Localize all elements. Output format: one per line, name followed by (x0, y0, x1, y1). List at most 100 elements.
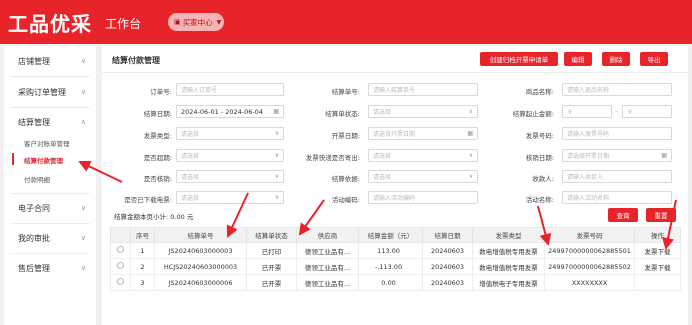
row-radio-cell[interactable] (110, 242, 131, 259)
settle-no-input[interactable]: 请输入结算单号 (368, 83, 478, 96)
order-no-input[interactable]: 请输入订单号 (176, 83, 284, 96)
row-radio-cell[interactable] (110, 258, 131, 275)
product-name-label: 商品名称: (525, 88, 554, 96)
invoice-date-label: 开票日期: (331, 132, 360, 140)
activity-name-label: 活动名称: (525, 196, 554, 204)
amount-cell: 0.00 (358, 274, 423, 291)
chevron-down-icon: ∨ (274, 152, 279, 159)
chevron-down-icon: ∨ (274, 194, 279, 201)
settle-no-link[interactable]: HCJS20240603000003 (154, 258, 247, 275)
invoice-type-label: 发票类型: (143, 132, 172, 140)
select-placeholder: 请选择 (181, 153, 200, 160)
chevron-up-icon: ∧ (80, 118, 86, 126)
settle-status-select[interactable]: 请选择 ∨ (368, 105, 478, 118)
overdue-select[interactable]: 请选择 ∨ (176, 149, 284, 162)
invoice-date-picker[interactable]: 请选择开票日期 ▦ (368, 127, 478, 140)
delete-button[interactable]: 删除 (602, 52, 630, 66)
invoice-type-cell: 增值税电子专用发票 (472, 274, 545, 291)
activity-code-input[interactable]: 请输入活动编码 (368, 191, 478, 204)
e-invoice-downloaded-label: 是否已下载电票: (124, 196, 172, 204)
verify-date-picker[interactable]: 请选择开票日期 ▦ (562, 149, 672, 162)
select-placeholder: 请选择 (181, 174, 200, 181)
calendar-icon: ▦ (273, 108, 279, 115)
sidebar: 店铺管理 ∨ 采购订单管理 ∨ 结算管理 ∧ 客户对账单管理 结算付款管理 付款… (4, 46, 96, 325)
chevron-down-icon: ∨ (80, 234, 86, 242)
payee-label: 收款人: (532, 175, 554, 183)
date-cell: 20240603 (422, 242, 473, 259)
reset-button[interactable]: 重置 (646, 208, 676, 222)
sidebar-item-store[interactable]: 店铺管理 ∨ (4, 48, 96, 74)
settle-basis-label: 结算依据: (331, 175, 360, 183)
settle-date-picker[interactable]: 2024-06-01 - 2024-06-04 ▦ (176, 105, 284, 118)
sidebar-item-approval[interactable]: 我的审批 ∨ (4, 225, 96, 251)
sidebar-subitem-settlement-payment[interactable]: 结算付款管理 (24, 155, 63, 165)
create-invoice-request-button[interactable]: 创建归档开票申请单 (480, 52, 558, 66)
status-cell: 已开票 (246, 258, 297, 275)
table-row: 1 JS20240603000003 已打印 德领工业品有... 113.00 … (110, 242, 681, 259)
select-column-header (110, 227, 131, 243)
sidebar-subitem-payment-detail[interactable]: 付款明细 (24, 174, 50, 184)
verified-select[interactable]: 请选择 ∨ (176, 170, 284, 183)
settle-no-label: 结算单号: (331, 88, 360, 96)
amount-to-input[interactable]: ￥ (622, 105, 672, 118)
express-sent-select[interactable]: 请选择 ∨ (368, 149, 478, 162)
row-radio[interactable] (117, 278, 124, 285)
supplier-cell: 德领工业品有... (296, 258, 359, 275)
export-button[interactable]: 导出 (640, 52, 668, 66)
invoice-no-input[interactable]: 请输入发票号码 (562, 127, 672, 140)
invoice-no-link[interactable]: 24997000000062885501 (544, 242, 635, 259)
invoice-type-select[interactable]: 请选择 ∨ (176, 127, 284, 140)
sidebar-item-after-sales[interactable]: 售后管理 ∨ (4, 255, 96, 281)
verified-label: 是否核销: (143, 175, 172, 183)
column-header: 供应商 (296, 227, 359, 243)
divider (102, 72, 688, 73)
e-invoice-downloaded-select[interactable]: 请选择 ∨ (176, 191, 284, 204)
row-index: 1 (130, 242, 155, 259)
table-header: 序号 结算单号 结算单状态 供应商 结算金额（元） 结算日期 发票类型 发票号码… (110, 227, 681, 243)
row-radio[interactable] (117, 246, 124, 253)
status-cell: 已打印 (246, 242, 297, 259)
column-header: 结算日期 (422, 227, 473, 243)
sidebar-item-e-contract[interactable]: 电子合同 ∨ (4, 195, 96, 221)
divider (10, 107, 90, 108)
sidebar-item-label: 采购订单管理 (18, 87, 66, 97)
verify-date-label: 核销日期: (525, 154, 554, 162)
sidebar-item-label: 售后管理 (18, 263, 50, 273)
status-cell: 已开票 (246, 274, 297, 291)
invoice-type-cell: 数电增值税专用发票 (472, 258, 545, 275)
invoice-download-link[interactable]: 发票下载 (634, 242, 681, 259)
activity-code-label: 活动编码: (331, 196, 360, 204)
express-sent-label: 发票快递是否寄出: (305, 154, 360, 162)
table-row: 2 HCJS20240603000003 已开票 德领工业品有... -,113… (110, 258, 681, 275)
select-placeholder: 请选择 (373, 174, 392, 181)
column-header: 发票类型 (472, 227, 545, 243)
invoice-no-label: 发票号码: (525, 132, 554, 140)
row-radio[interactable] (117, 262, 124, 269)
invoice-download-link[interactable] (634, 274, 681, 291)
column-header: 结算单状态 (246, 227, 297, 243)
activity-name-input[interactable]: 请输入活动名称 (562, 191, 672, 204)
sidebar-item-settlement[interactable]: 结算管理 ∧ (4, 109, 96, 135)
order-no-label: 订单号: (150, 88, 172, 96)
search-button[interactable]: 查询 (608, 208, 638, 222)
settle-date-label: 结算日期: (143, 110, 172, 118)
invoice-no-link[interactable]: 24997000000062885502 (544, 258, 635, 275)
edit-button[interactable]: 编辑 (564, 52, 592, 66)
invoice-download-link[interactable]: 发票下载 (634, 258, 681, 275)
settle-no-link[interactable]: JS20240603000003 (154, 242, 247, 259)
chevron-down-icon: ∨ (468, 108, 473, 115)
product-name-input[interactable]: 请输入商品名称 (562, 83, 672, 96)
table-row: 3 JS20240603000006 已开票 德领工业品有... 0.00 20… (110, 274, 681, 291)
settle-no-link[interactable]: JS20240603000006 (154, 274, 247, 291)
select-placeholder: 请选择 (373, 109, 392, 116)
settle-basis-select[interactable]: 请选择 ∨ (368, 170, 478, 183)
invoice-type-cell: 数电增值税专用发票 (472, 242, 545, 259)
sidebar-item-purchase-orders[interactable]: 采购订单管理 ∨ (4, 79, 96, 105)
app-logo: 工品优采 (8, 12, 92, 36)
top-bar: 工品优采 工作台 ▣ 买家中心 ▼ (0, 0, 692, 44)
org-switcher[interactable]: ▣ 买家中心 ▼ (168, 13, 224, 31)
amount-from-input[interactable]: ￥ (562, 105, 612, 118)
payee-input[interactable]: 请输入收款人 (562, 170, 672, 183)
sidebar-subitem-statement[interactable]: 客户对账单管理 (24, 138, 70, 148)
row-radio-cell[interactable] (110, 274, 131, 291)
